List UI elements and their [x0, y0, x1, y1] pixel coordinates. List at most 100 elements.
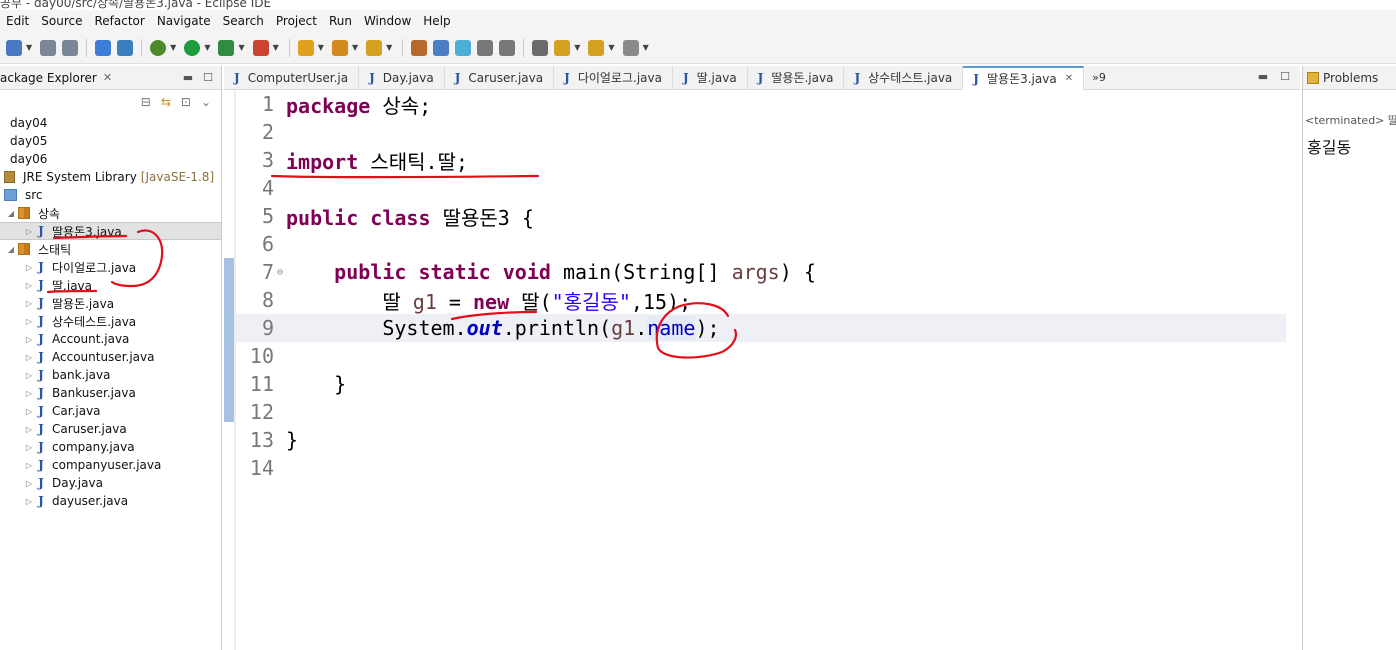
whitespace-icon[interactable] — [499, 39, 516, 56]
code-line[interactable]: 3 import 스태틱.딸; — [236, 146, 1286, 174]
tree-item[interactable]: day06 — [0, 150, 221, 168]
tree-item[interactable]: ▷ J 다이얼로그.java — [0, 258, 221, 276]
code-line[interactable]: 8 딸 g1 = new 딸("홍길동",15); — [236, 286, 1286, 314]
menu-item-search[interactable]: Search — [217, 14, 270, 28]
code-line[interactable]: 2 — [236, 118, 1286, 146]
collapse-triangle-icon[interactable]: ▷ — [24, 497, 34, 506]
menu-item-window[interactable]: Window — [358, 14, 417, 28]
minimize-icon[interactable]: ▬ — [183, 71, 193, 84]
run-icon[interactable] — [184, 39, 201, 56]
menu-item-run[interactable]: Run — [323, 14, 358, 28]
collapse-triangle-icon[interactable]: ▷ — [24, 299, 34, 308]
editor-tab[interactable]: J 딸용돈3.java ✕ — [963, 65, 1085, 90]
code-line[interactable]: 9 System.out.println(g1.name); — [236, 314, 1286, 342]
collapse-triangle-icon[interactable]: ▷ — [24, 425, 34, 434]
tree-item[interactable]: ▷ J Caruser.java — [0, 420, 221, 438]
tree-item[interactable]: ▷ J Account.java — [0, 330, 221, 348]
new-icon[interactable] — [6, 39, 22, 56]
dropdown-chevron-down-icon[interactable]: ▼ — [204, 43, 210, 52]
monitor-icon[interactable] — [95, 39, 112, 56]
close-icon[interactable]: ✕ — [103, 71, 112, 84]
tree-item[interactable]: ◢ 스태틱 — [0, 240, 221, 258]
tree-item[interactable]: ▷ Jdayuser.java — [0, 492, 221, 510]
collapse-triangle-icon[interactable]: ▷ — [24, 461, 34, 470]
dropdown-chevron-down-icon[interactable]: ▼ — [608, 43, 614, 52]
code-line[interactable]: 13} — [236, 426, 1286, 454]
dropdown-chevron-down-icon[interactable]: ▼ — [352, 43, 358, 52]
search-icon[interactable] — [366, 39, 383, 56]
open-type-icon[interactable] — [297, 39, 314, 56]
tree-item[interactable]: ▷ J Bankuser.java — [0, 384, 221, 402]
collapse-triangle-icon[interactable]: ▷ — [24, 353, 34, 362]
maximize-icon[interactable]: ☐ — [1280, 70, 1290, 83]
tree-item[interactable]: ▷ J Car.java — [0, 402, 221, 420]
collapse-triangle-icon[interactable]: ▷ — [24, 263, 34, 272]
package-explorer-tab[interactable]: ackage Explorer ✕ ▬ ☐ — [0, 66, 221, 90]
code-line[interactable]: 5 public class 딸용돈3 { — [236, 202, 1286, 230]
collapse-all-icon[interactable]: ⊟ — [141, 95, 151, 109]
editor-tab[interactable]: J 다이얼로그.java — [554, 65, 673, 90]
dropdown-chevron-down-icon[interactable]: ▼ — [386, 43, 392, 52]
tree-item[interactable]: src — [0, 186, 221, 204]
fold-toggle-icon[interactable]: ⊖ — [274, 267, 286, 278]
tree-item[interactable]: ▷ J 딸.java — [0, 276, 221, 294]
dropdown-chevron-down-icon[interactable]: ▼ — [170, 43, 176, 52]
expand-triangle-icon[interactable]: ◢ — [6, 209, 16, 218]
tree-item[interactable]: JRE System Library [JavaSE-1.8] — [0, 168, 221, 186]
collapse-triangle-icon[interactable]: ▷ — [24, 479, 34, 488]
focus-icon[interactable]: ⊡ — [181, 95, 191, 109]
word-wrap-icon[interactable] — [455, 39, 472, 56]
view-menu-chevron-down-icon[interactable]: ⌄ — [201, 95, 211, 109]
editor-tab[interactable]: J 딸용돈.java — [748, 65, 845, 90]
menu-item-help[interactable]: Help — [417, 14, 456, 28]
dropdown-chevron-down-icon[interactable]: ▼ — [574, 43, 580, 52]
tab-overflow-button[interactable]: »9 — [1084, 71, 1114, 84]
dropdown-chevron-down-icon[interactable]: ▼ — [238, 43, 244, 52]
tree-item[interactable]: day05 — [0, 132, 221, 150]
expand-triangle-icon[interactable]: ◢ — [6, 245, 16, 254]
debug-icon[interactable] — [150, 39, 167, 56]
code-line[interactable]: 14 — [236, 454, 1286, 482]
save-all-icon[interactable] — [62, 39, 79, 56]
minimize-icon[interactable]: ▬ — [1258, 70, 1268, 83]
tree-item[interactable]: ◢ 상속 — [0, 204, 221, 222]
code-line[interactable]: 7 ⊖ public static void main(String[] args… — [236, 258, 1286, 286]
dropdown-chevron-down-icon[interactable]: ▼ — [643, 43, 649, 52]
collapse-triangle-icon[interactable]: ▷ — [24, 407, 34, 416]
collapse-triangle-icon[interactable]: ▷ — [24, 281, 34, 290]
problems-tab[interactable]: Problems — [1303, 66, 1396, 90]
code-line[interactable]: 4 — [236, 174, 1286, 202]
toggle-mark-icon[interactable] — [433, 39, 450, 56]
block-select-icon[interactable] — [477, 39, 494, 56]
collapse-triangle-icon[interactable]: ▷ — [24, 443, 34, 452]
maximize-icon[interactable]: ☐ — [203, 71, 213, 84]
collapse-triangle-icon[interactable]: ▷ — [24, 317, 34, 326]
code-editor[interactable]: 1 package 상속; 2 3 import 스태틱.딸; 4 5 public clas… — [224, 90, 1300, 650]
code-line[interactable]: 1 package 상속; — [236, 90, 1286, 118]
external-tools-icon[interactable] — [252, 39, 269, 56]
code-line[interactable]: 12 — [236, 398, 1286, 426]
open-task-icon[interactable] — [331, 39, 348, 56]
forward-icon[interactable] — [622, 39, 639, 56]
tree-item[interactable]: ▷ J 상수테스트.java — [0, 312, 221, 330]
menu-item-navigate[interactable]: Navigate — [151, 14, 217, 28]
back-icon[interactable] — [588, 39, 605, 56]
dropdown-chevron-down-icon[interactable]: ▼ — [318, 43, 324, 52]
collapse-triangle-icon[interactable]: ▷ — [24, 389, 34, 398]
dropdown-chevron-down-icon[interactable]: ▼ — [26, 43, 32, 52]
code-line[interactable]: 11 } — [236, 370, 1286, 398]
save-icon[interactable] — [40, 39, 57, 56]
skip-breakpoints-icon[interactable] — [117, 39, 134, 56]
collapse-triangle-icon[interactable]: ▷ — [24, 335, 34, 344]
editor-tab[interactable]: J ComputerUser.ja — [224, 65, 360, 90]
tree-item[interactable]: ▷ J 딸용돈3.java — [0, 222, 221, 240]
annotation-icon[interactable] — [532, 39, 549, 56]
menu-item-project[interactable]: Project — [270, 14, 323, 28]
tree-item[interactable]: ▷ J Accountuser.java — [0, 348, 221, 366]
tree-item[interactable]: day04 — [0, 114, 221, 132]
code-line[interactable]: 10 — [236, 342, 1286, 370]
coverage-icon[interactable] — [218, 39, 235, 56]
next-annotation-icon[interactable] — [554, 39, 571, 56]
collapse-triangle-icon[interactable]: ▷ — [24, 227, 34, 236]
highlight-icon[interactable] — [411, 39, 428, 56]
